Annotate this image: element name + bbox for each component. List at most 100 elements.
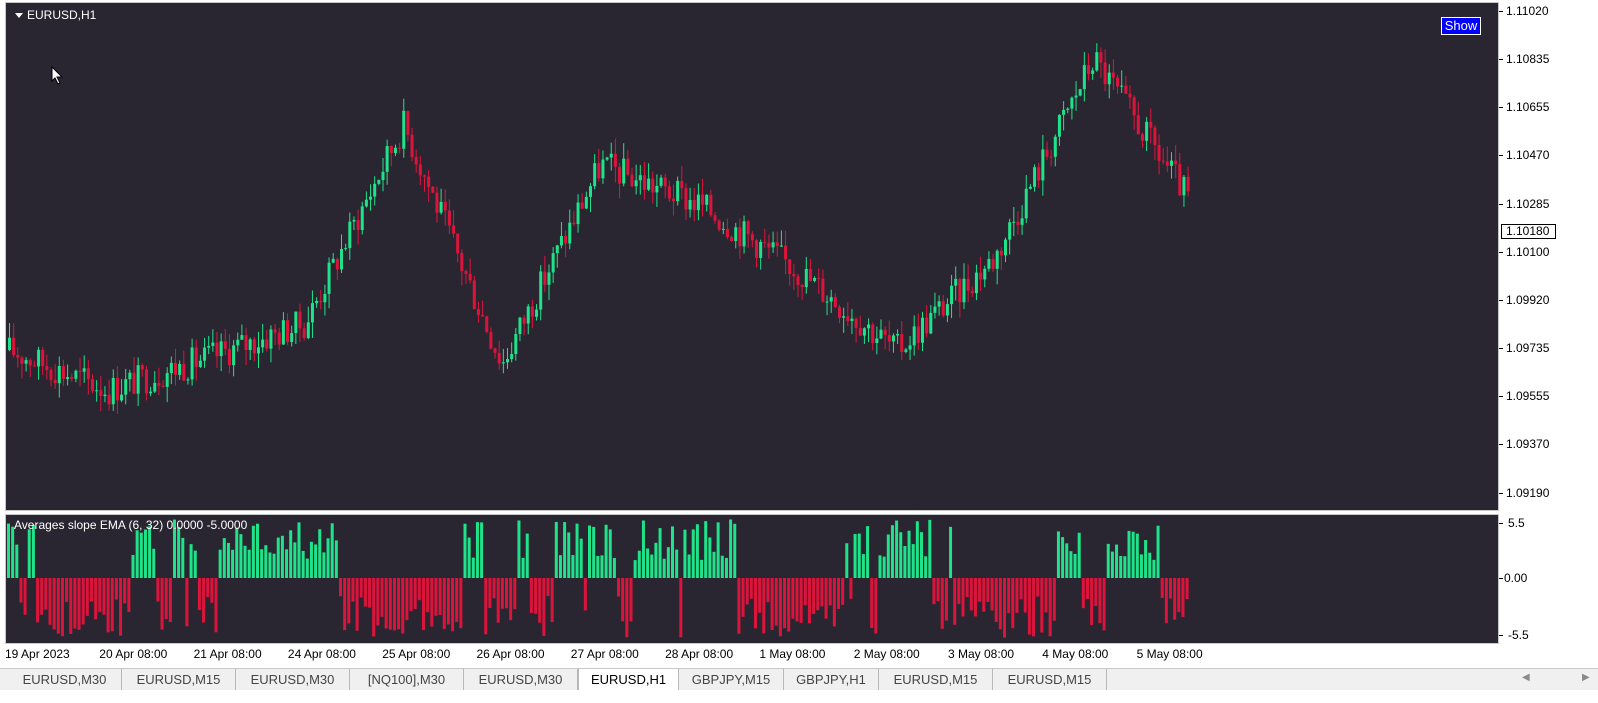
histogram-bar (355, 578, 359, 631)
candle-body (418, 164, 422, 176)
histogram-bar (27, 529, 31, 578)
histogram-bar (1110, 551, 1114, 578)
candle-body (597, 163, 601, 179)
chart-tab[interactable]: GBPJPY,H1 (784, 669, 879, 690)
candle-body (501, 362, 505, 364)
candle-body (1045, 149, 1049, 157)
chart-tab[interactable]: EURUSD,M30 (8, 669, 122, 690)
candle-body (1186, 176, 1190, 192)
show-button[interactable]: Show (1441, 17, 1481, 35)
candle-body (435, 192, 439, 213)
candle-body (896, 333, 900, 336)
histogram-bar (1160, 578, 1164, 598)
histogram-bar (803, 578, 807, 606)
candle-body (784, 245, 788, 260)
candle-body (875, 338, 879, 343)
chevron-down-icon[interactable] (15, 12, 23, 18)
histogram-bar (583, 578, 587, 611)
histogram-bar (521, 557, 525, 578)
time-tick-label: 27 Apr 08:00 (570, 647, 639, 661)
time-axis[interactable]: 19 Apr 2023 20 Apr 08:00 21 Apr 08:00 24 Ap… (0, 644, 1500, 666)
chart-tab[interactable]: EURUSD,M15 (122, 669, 236, 690)
candle-body (1041, 149, 1045, 181)
indicator-tick-mark (1499, 578, 1503, 579)
candle-body (277, 332, 281, 345)
histogram-bar (193, 550, 197, 578)
candle-body (427, 176, 431, 187)
histogram-bar (994, 578, 998, 622)
candle-body (638, 175, 642, 181)
candle-body (788, 259, 792, 274)
candle-body (219, 341, 223, 357)
candle-body (871, 324, 875, 343)
price-tick-label: 1.10100 (1506, 245, 1550, 259)
tab-scroll-left-icon[interactable]: ◀ (1522, 672, 1530, 683)
chart-tab[interactable]: EURUSD,M30 (236, 669, 350, 690)
candle-body (310, 303, 314, 323)
histogram-bar (1032, 578, 1036, 637)
candle-body (634, 180, 638, 187)
candle-body (1024, 188, 1028, 219)
histogram-bar (662, 558, 666, 578)
chart-symbol-title[interactable]: EURUSD,H1 (15, 8, 96, 22)
histogram-bar (1098, 578, 1102, 624)
histogram-bar (762, 578, 766, 634)
histogram-bar (1169, 578, 1172, 599)
price-tick-label: 1.09735 (1506, 341, 1550, 355)
histogram-bar (44, 578, 48, 610)
indicator-panel[interactable] (5, 514, 1499, 644)
candle-body (144, 369, 148, 394)
histogram-bar (1135, 533, 1139, 578)
price-axis[interactable]: 1.11020 1.10835 1.10655 1.10470 1.10285 1.101… (1499, 0, 1598, 644)
candle-body (360, 206, 364, 230)
candle-body (91, 379, 94, 391)
histogram-bar (791, 578, 795, 619)
histogram-bar (1036, 578, 1040, 597)
histogram-bar (658, 528, 662, 578)
chart-tab[interactable]: EURUSD,M30 (464, 669, 578, 690)
candle-body (1111, 72, 1115, 78)
candle-body (215, 342, 219, 357)
main-chart-panel[interactable]: EURUSD,H1 (5, 2, 1499, 511)
candle-body (132, 372, 136, 394)
candle-body (771, 242, 775, 248)
candle-body (862, 328, 866, 336)
candle-body (423, 175, 426, 177)
histogram-bar (571, 555, 575, 578)
histogram-bar (1065, 543, 1069, 578)
candle-body (746, 221, 750, 235)
candle-body (315, 300, 319, 304)
histogram-bar (119, 578, 123, 636)
candlestick-chart[interactable] (6, 3, 1498, 510)
histogram-bar (160, 578, 164, 630)
histogram-bar (1115, 544, 1119, 578)
histogram-bar (617, 578, 621, 597)
chart-tab[interactable]: GBPJPY,M15 (679, 669, 784, 690)
histogram-bar (156, 578, 160, 602)
histogram-bar (380, 578, 384, 617)
histogram-bar (1127, 530, 1131, 578)
candle-body (721, 228, 725, 230)
histogram-bar (1073, 553, 1077, 578)
candle-body (979, 272, 983, 280)
time-tick-label: 21 Apr 08:00 (193, 647, 262, 661)
candle-body (414, 157, 418, 165)
histogram-bar (77, 578, 81, 630)
tab-scroll-right-icon[interactable]: ▶ (1582, 672, 1590, 683)
histogram-bar (15, 544, 19, 578)
candle-body (518, 317, 522, 335)
candle-body (227, 348, 231, 366)
chart-tab[interactable]: EURUSD,M15 (879, 669, 993, 690)
chart-tab[interactable]: [NQ100],M30 (350, 669, 464, 690)
chart-tab[interactable]: EURUSD,M15 (993, 669, 1107, 690)
chart-tab-bar: EURUSD,M30 EURUSD,M15 EURUSD,M30 [NQ100],M3… (0, 668, 1598, 690)
candle-body (107, 394, 111, 405)
candle-body (593, 163, 597, 187)
histogram-bar (81, 578, 85, 625)
histogram-bar (148, 526, 152, 578)
candle-body (833, 297, 837, 307)
histogram-bar (558, 555, 562, 578)
histogram-bar (1177, 578, 1181, 613)
histogram-bar (7, 523, 10, 578)
chart-tab[interactable]: EURUSD,H1 (578, 669, 679, 690)
